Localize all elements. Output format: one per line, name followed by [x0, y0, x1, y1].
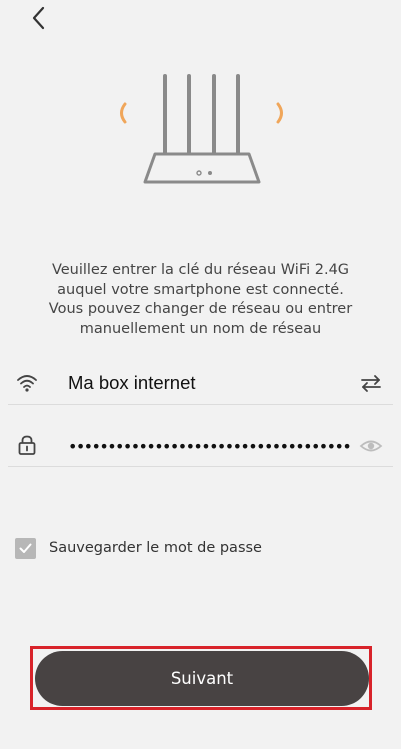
network-name-value: Ma box internet — [68, 372, 196, 393]
save-password-option[interactable]: Sauvegarder le mot de passe — [15, 537, 262, 559]
change-network-button[interactable] — [359, 372, 383, 394]
network-name-field[interactable]: Ma box internet — [8, 364, 393, 405]
save-password-checkbox[interactable] — [15, 537, 36, 559]
signal-left-icon — [120, 102, 127, 124]
password-field-row — [8, 426, 393, 467]
next-button[interactable]: Suivant — [35, 651, 369, 706]
instructions-text: Veuillez entrer la clé du réseau WiFi 2.… — [20, 261, 381, 339]
router-illustration — [110, 66, 294, 192]
swap-arrows-icon — [361, 375, 381, 392]
wifi-router-icon — [120, 74, 283, 184]
password-input[interactable] — [64, 432, 362, 460]
instructions-line: manuellement un nom de réseau — [79, 320, 322, 337]
instructions-line: Vous pouvez changer de réseau ou entrer — [48, 301, 353, 317]
lock-icon — [18, 435, 36, 455]
signal-right-icon — [276, 102, 283, 124]
save-password-label: Sauvegarder le mot de passe — [49, 540, 262, 556]
instructions-line: auquel votre smartphone est connecté. — [57, 281, 344, 298]
instructions-line: Veuillez entrer la clé du réseau WiFi 2.… — [51, 262, 350, 278]
wifi-icon — [17, 375, 37, 392]
toggle-password-visibility-button[interactable] — [359, 435, 383, 457]
checkmark-icon — [19, 543, 32, 553]
eye-icon — [359, 440, 383, 452]
chevron-left-icon — [32, 6, 45, 30]
back-button[interactable] — [26, 4, 52, 32]
